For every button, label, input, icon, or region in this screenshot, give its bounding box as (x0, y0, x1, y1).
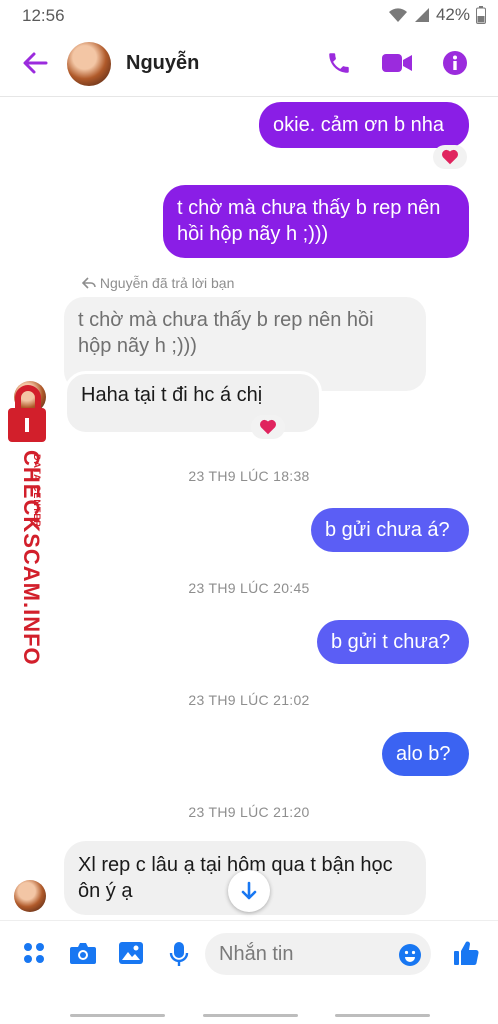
system-nav-bar (0, 988, 498, 1024)
scroll-to-bottom-button[interactable] (228, 870, 270, 912)
down-arrow-icon (241, 881, 257, 900)
timestamp: 23 TH9 LÚC 21:02 (188, 692, 310, 708)
message-outgoing[interactable]: b gửi t chưa? (317, 620, 469, 664)
reply-arrow-icon (81, 277, 96, 289)
message-outgoing[interactable]: t chờ mà chưa thấy b rep nên hồi hộp nãy… (163, 185, 469, 258)
watermark: CHECKSCAM.INFO DATA CENTER (0, 380, 60, 666)
message-list[interactable]: okie. cảm ơn b nha t chờ mà chưa thấy b … (0, 97, 498, 920)
gallery-icon[interactable] (118, 941, 144, 965)
info-icon[interactable] (442, 50, 468, 76)
apps-icon[interactable] (22, 941, 46, 965)
timestamp: 23 TH9 LÚC 21:20 (188, 804, 310, 820)
wifi-icon (388, 8, 407, 22)
timestamp: 23 TH9 LÚC 18:38 (188, 468, 310, 484)
camera-icon[interactable] (69, 941, 97, 965)
reply-label: Nguyễn đã trả lời bạn (81, 275, 235, 291)
battery-percent: 42% (435, 5, 470, 24)
nav-gesture-left[interactable] (70, 1014, 165, 1017)
composer-bar: Nhắn tin (0, 920, 498, 989)
status-time: 12:56 (22, 6, 65, 25)
back-arrow-icon[interactable] (22, 50, 48, 76)
signal-icon (414, 8, 429, 22)
message-outgoing[interactable]: alo b? (382, 732, 469, 776)
timestamp: 23 TH9 LÚC 20:45 (188, 580, 310, 596)
like-icon[interactable] (452, 939, 480, 967)
message-outgoing[interactable]: okie. cảm ơn b nha (259, 102, 469, 148)
mic-icon[interactable] (169, 941, 189, 967)
heart-icon (442, 149, 458, 165)
lock-logo (8, 385, 46, 442)
status-icons: 42% (388, 5, 486, 25)
status-bar: 12:56 42% (0, 0, 498, 32)
nav-gesture-home[interactable] (203, 1014, 298, 1017)
nav-gesture-right[interactable] (335, 1014, 430, 1017)
contact-name[interactable]: Nguyễn (126, 52, 199, 75)
watermark-sub: DATA CENTER (32, 454, 42, 528)
video-icon[interactable] (381, 50, 413, 76)
phone-icon[interactable] (326, 50, 352, 76)
contact-avatar[interactable] (67, 42, 111, 86)
message-outgoing[interactable]: b gửi chưa á? (311, 508, 469, 552)
reaction-badge[interactable] (433, 145, 467, 169)
battery-icon (476, 6, 486, 24)
reply-label-text: Nguyễn đã trả lời bạn (99, 275, 235, 291)
chat-header: Nguyễn (0, 32, 498, 97)
reaction-badge[interactable] (251, 415, 285, 439)
emoji-icon[interactable] (398, 943, 422, 967)
contact-avatar-small[interactable] (14, 880, 46, 912)
heart-icon (260, 419, 276, 435)
